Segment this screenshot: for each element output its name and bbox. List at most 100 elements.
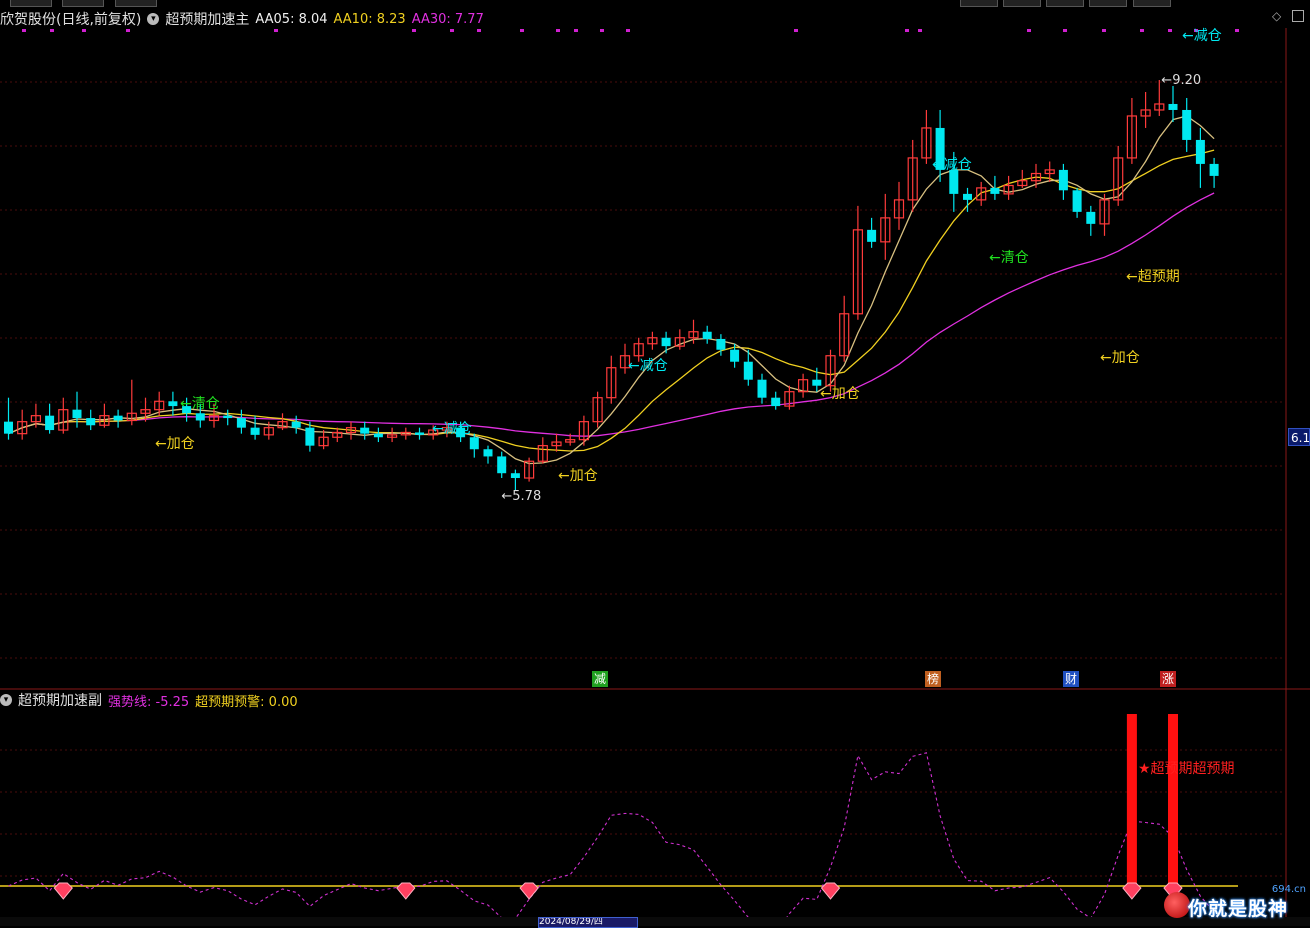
strong-line-value: 强势线: -5.25: [108, 694, 190, 710]
candle-body-down: [291, 421, 301, 428]
signal-marker: [126, 29, 130, 32]
ma5-value: AA05: 8.04: [255, 11, 328, 27]
signal-marker: [556, 29, 560, 32]
diamond-icon: [396, 882, 416, 900]
signal-annotation: ←加仓: [1100, 350, 1140, 366]
diamond-icon: [820, 882, 841, 900]
candle-body-down: [236, 418, 246, 428]
diamond-icon: [53, 882, 73, 900]
candle-body-down: [483, 449, 493, 457]
candle-body-down: [757, 379, 767, 398]
signal-marker: [1102, 29, 1106, 32]
restore-icon[interactable]: [1292, 10, 1304, 22]
alert-bar: [1168, 714, 1178, 886]
signal-marker: [22, 29, 26, 32]
event-tag-reduce[interactable]: 减: [592, 671, 608, 687]
signal-annotation: ←超预期: [1126, 269, 1180, 285]
signal-marker: [918, 29, 922, 32]
candle-body-down: [469, 437, 479, 450]
signal-marker: [1063, 29, 1067, 32]
chevron-down-icon[interactable]: ▾: [0, 694, 12, 706]
window-controls: ◇: [1272, 10, 1304, 22]
candle-body-down: [963, 193, 972, 200]
candle-body-down: [1168, 103, 1178, 110]
diamond-icon: [1122, 882, 1142, 900]
candle-body-down: [949, 169, 959, 194]
signal-marker: [477, 29, 481, 32]
signal-marker: [794, 29, 798, 32]
sub-indicator-chart[interactable]: ★超预期超预期: [0, 690, 1310, 917]
alert-annotation: ★超预期超预期: [1138, 761, 1235, 777]
stock-title[interactable]: 欣贺股份(日线,前复权): [0, 9, 141, 29]
candle-body-down: [113, 415, 123, 421]
signal-marker: [1235, 29, 1239, 32]
indicator-name[interactable]: 超预期加速主: [165, 9, 249, 29]
signal-marker: [412, 29, 416, 32]
logo-icon: [1164, 892, 1190, 918]
signal-marker: [82, 29, 86, 32]
signal-annotation: ←减仓: [628, 358, 668, 374]
candle-body-down: [1086, 211, 1096, 224]
candle-body-down: [1209, 163, 1219, 176]
candle-body-down: [223, 415, 233, 419]
signal-marker: [600, 29, 604, 32]
candle-body-down: [305, 427, 315, 446]
event-tag-list[interactable]: 榜: [925, 671, 941, 687]
strong-line: [8, 752, 1215, 917]
event-tag-limit-up[interactable]: 涨: [1160, 671, 1176, 687]
watermark-domain: 694.cn: [1271, 884, 1306, 895]
time-axis: [0, 917, 1310, 926]
alert-value: 超预期预警: 0.00: [195, 694, 298, 710]
candle-body-down: [4, 421, 13, 434]
candle-body-down: [250, 427, 260, 435]
candle-body-down: [497, 456, 507, 474]
candle-body-down: [45, 415, 55, 431]
sub-chart-header: ▾ 超预期加速副 强势线: -5.25 超预期预警: 0.00: [0, 690, 304, 710]
signal-marker: [274, 29, 278, 32]
diamond-icon[interactable]: ◇: [1272, 10, 1284, 22]
candle-body-down: [661, 337, 671, 347]
signal-annotation: ←加仓: [558, 468, 598, 484]
price-axis-label: 6.1: [1288, 428, 1310, 446]
signal-marker: [1140, 29, 1144, 32]
candle-body-down: [195, 413, 205, 421]
candle-body-down: [702, 331, 712, 339]
alert-bar: [1126, 714, 1137, 886]
diamond-icon: [519, 882, 539, 900]
signal-annotation: ←加仓: [820, 386, 860, 402]
candle-body-down: [415, 432, 424, 435]
candle-body-down: [716, 338, 726, 350]
event-tag-finance[interactable]: 财: [1063, 671, 1079, 687]
candle-body-down: [771, 397, 781, 407]
candle-body-down: [373, 433, 383, 438]
signal-marker: [520, 29, 524, 32]
signal-marker: [574, 29, 578, 32]
watermark-text: 你就是股神: [1188, 898, 1289, 920]
low-price-label: ←5.78: [501, 489, 541, 504]
signal-annotation: ←减仓: [1182, 28, 1222, 44]
stock-chart-window: 欣贺股份(日线,前复权) ▾ 超预期加速主 AA05: 8.04 AA10: 8…: [0, 0, 1310, 928]
candle-body-down: [812, 379, 822, 386]
signal-marker: [50, 29, 54, 32]
signal-marker: [1168, 29, 1172, 32]
sub-indicator-name[interactable]: 超预期加速副: [18, 690, 102, 710]
signal-annotation: ←清仓: [180, 396, 220, 412]
candle-body-down: [990, 187, 1000, 194]
ma10-value: AA10: 8.23: [333, 11, 406, 27]
candlestick-chart[interactable]: ←5.78 ←9.20 ←清仓 ←加仓 ←减仓 ←加仓 ←减仓 ←加仓 ←减仓 ←清仓 ←超预期 ←加…: [0, 0, 1310, 690]
candle-body-down: [1182, 109, 1192, 140]
candle-body-down: [730, 349, 740, 362]
candle-body-down: [168, 401, 178, 407]
candle-body-down: [867, 229, 877, 242]
signal-marker: [905, 29, 909, 32]
chevron-down-icon[interactable]: ▾: [147, 13, 160, 25]
signal-annotation: ←加仓: [155, 436, 195, 452]
signal-marker: [1027, 29, 1031, 32]
candle-body-down: [743, 361, 753, 380]
candle-body-down: [72, 409, 82, 419]
signal-annotation: ←清仓: [989, 250, 1029, 266]
candle-body-down: [510, 473, 520, 479]
candle-body-down: [360, 427, 370, 434]
signal-annotation: ←减仓: [432, 421, 472, 437]
signal-marker: [450, 29, 454, 32]
